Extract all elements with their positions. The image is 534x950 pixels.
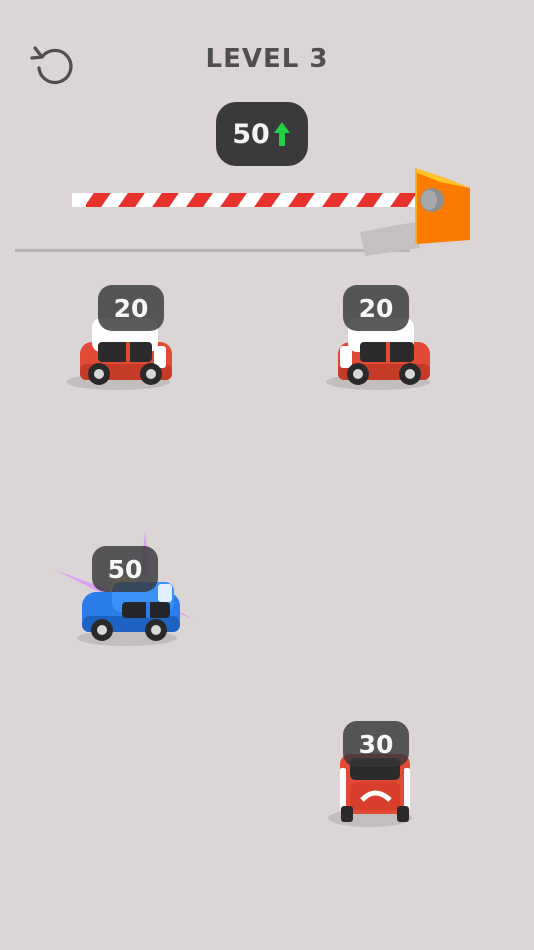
car-value-badge: 50 (92, 546, 158, 592)
car-value-badge: 30 (343, 721, 409, 767)
level-title: LEVEL 3 (205, 44, 329, 74)
target-badge: 50 (216, 102, 308, 166)
up-arrow-icon (273, 122, 290, 146)
car-value-badge: 20 (98, 285, 164, 331)
target-value: 50 (232, 118, 270, 150)
barrier-gate (15, 168, 470, 256)
car-value-badge: 20 (343, 285, 409, 331)
